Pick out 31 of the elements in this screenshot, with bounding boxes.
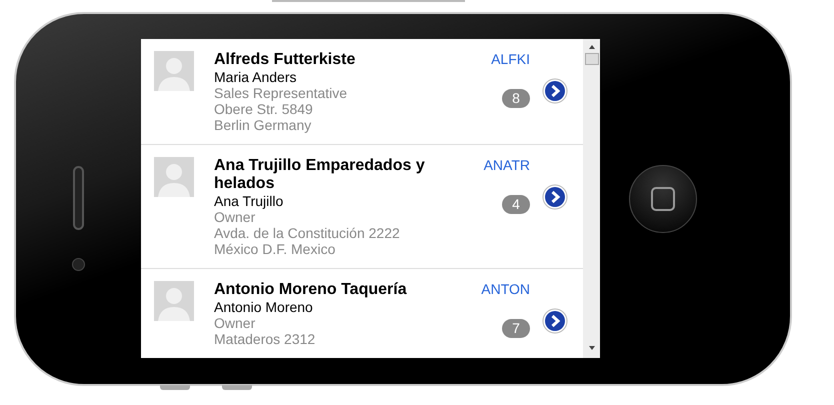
company-name: Alfreds Futterkiste <box>214 51 356 69</box>
customer-row[interactable]: Antonio Moreno Taquería Antonio Moreno Owner Mataderos 2312 ANTON 7 <box>141 269 583 358</box>
scrollbar[interactable] <box>583 39 600 358</box>
customer-code: ALFKI <box>491 51 530 67</box>
customer-row[interactable]: Ana Trujillo Emparedados y helados Ana Trujillo Owner Avda. de la Constitución 2222 México D.F. Mexico ANATR 4 <box>141 145 583 269</box>
contact-title: Owner <box>214 315 256 331</box>
contact-name: Antonio Moreno <box>214 299 314 315</box>
address-text: Avda. de la Constitución 2222 <box>214 225 401 241</box>
avatar-icon <box>154 281 194 321</box>
count-badge: 4 <box>502 195 530 214</box>
customer-code: ANATR <box>484 157 530 173</box>
company-name: Ana Trujillo Emparedados y helados <box>214 157 426 193</box>
chevron-right-icon[interactable] <box>542 78 568 104</box>
company-name: Antonio Moreno Taquería <box>214 281 408 299</box>
customer-code: ANTON <box>481 281 530 297</box>
speaker-slot <box>73 166 84 230</box>
address-text: Mataderos 2312 <box>214 331 316 347</box>
count-badge: 8 <box>502 89 530 108</box>
chevron-right-icon[interactable] <box>542 308 568 334</box>
customer-row[interactable]: Alfreds Futterkiste Maria Anders Sales Representative Obere Str. 5849 Berlin Germany ALFKI 8 <box>141 39 583 145</box>
contact-name: Maria Anders <box>214 69 298 85</box>
contact-name: Ana Trujillo <box>214 193 284 209</box>
count-badge: 7 <box>502 319 530 338</box>
avatar-icon <box>154 157 194 197</box>
city-text: México D.F. Mexico <box>214 241 336 257</box>
city-text: Berlin Germany <box>214 117 312 133</box>
contact-title: Sales Representative <box>214 85 348 101</box>
address-text: Obere Str. 5849 <box>214 101 314 117</box>
chevron-right-icon[interactable] <box>542 184 568 210</box>
avatar-icon <box>154 51 194 91</box>
contact-title: Owner <box>214 209 256 225</box>
